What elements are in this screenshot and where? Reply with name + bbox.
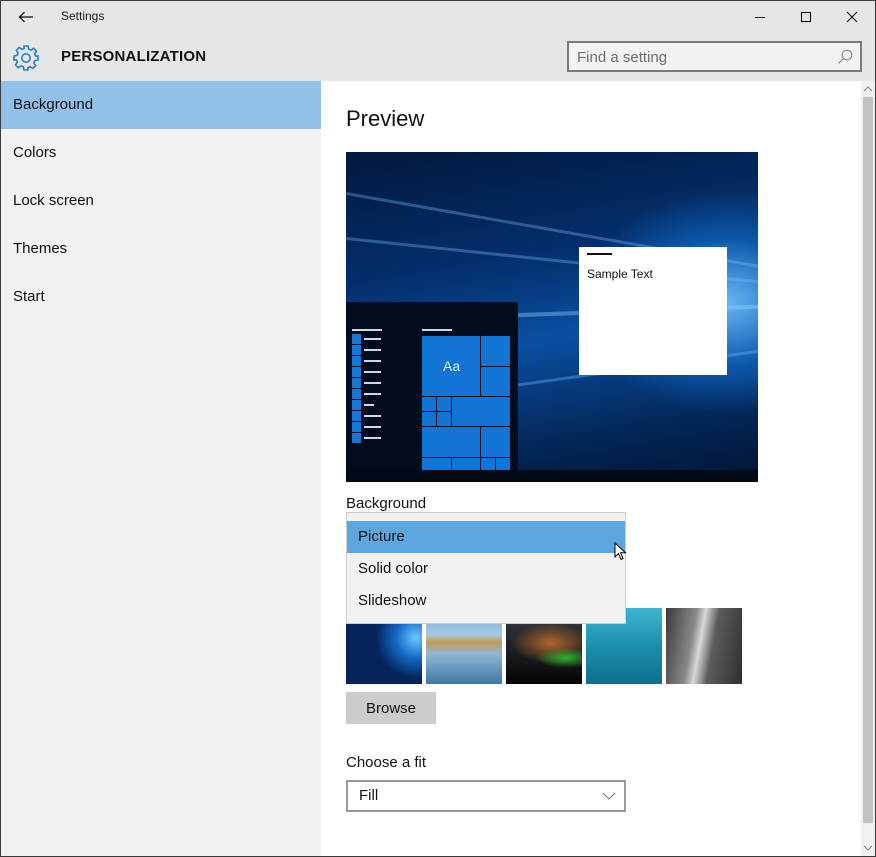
settings-window: Settings PERSONALIZATION Back — [0, 0, 876, 857]
preview-tile — [437, 397, 451, 411]
background-dropdown-list[interactable]: Picture Solid color Slideshow — [346, 512, 627, 624]
search-input[interactable] — [577, 47, 827, 67]
back-button[interactable] — [9, 4, 43, 30]
menu-line — [364, 415, 381, 417]
menu-app-icon — [352, 400, 361, 410]
menu-line — [364, 437, 381, 439]
window-title: Settings — [61, 9, 105, 23]
menu-app-icon — [352, 378, 361, 388]
sidebar-item-background[interactable]: Background — [1, 81, 321, 129]
background-label: Background — [346, 495, 427, 512]
minimize-button[interactable] — [737, 1, 783, 33]
sidebar-item-label: Themes — [13, 240, 68, 257]
sidebar-item-label: Background — [13, 96, 94, 113]
preview-sample-window: Sample Text — [579, 247, 727, 375]
search-icon[interactable] — [836, 48, 854, 66]
menu-line — [422, 329, 452, 331]
maximize-button[interactable] — [783, 1, 829, 33]
preview-start-menu: Aa — [346, 302, 518, 470]
sidebar-item-colors[interactable]: Colors — [1, 129, 321, 177]
preview-tile — [422, 397, 436, 411]
preview-tile — [422, 458, 451, 470]
menu-app-icon — [352, 356, 361, 366]
dropdown-option-slideshow[interactable]: Slideshow — [347, 585, 625, 617]
option-label: Solid color — [358, 560, 429, 577]
close-button[interactable] — [829, 1, 875, 33]
sidebar-item-label: Start — [13, 288, 45, 305]
menu-line — [364, 404, 374, 406]
preview-tile — [481, 458, 495, 470]
desktop-preview: Aa Sample Text — [346, 152, 758, 482]
preview-tile — [481, 367, 510, 396]
sidebar-item-lock-screen[interactable]: Lock screen — [1, 177, 321, 225]
preview-tile — [481, 427, 510, 457]
preview-tile — [452, 397, 510, 426]
menu-app-icon — [352, 433, 361, 443]
maximize-icon — [800, 11, 812, 23]
menu-app-icon — [352, 422, 361, 432]
minimize-icon — [755, 17, 765, 18]
browse-button[interactable]: Browse — [346, 692, 436, 724]
sample-text: Sample Text — [587, 267, 653, 281]
menu-line — [364, 360, 381, 362]
menu-line — [364, 371, 381, 373]
back-arrow-icon — [18, 11, 33, 23]
search-box[interactable] — [567, 41, 862, 72]
title-bar: Settings — [1, 1, 875, 33]
fit-label: Choose a fit — [346, 754, 427, 771]
dropdown-option-solid-color[interactable]: Solid color — [347, 553, 625, 585]
sidebar-nav: Background Colors Lock screen Themes Sta… — [1, 81, 321, 856]
close-icon — [846, 11, 858, 23]
sidebar-item-label: Lock screen — [13, 192, 94, 209]
content-pane: Preview Aa Sample Text Background Pictur… — [321, 81, 861, 856]
menu-line — [364, 426, 381, 428]
tile-text: Aa — [443, 358, 461, 374]
menu-line — [364, 393, 381, 395]
preview-tile — [481, 336, 510, 366]
preview-tile — [422, 427, 480, 457]
option-label: Picture — [358, 528, 405, 545]
fit-value: Fill — [359, 787, 379, 804]
preview-tile — [437, 412, 451, 426]
sidebar-item-start[interactable]: Start — [1, 273, 321, 321]
menu-app-icon — [352, 367, 361, 377]
sidebar-item-label: Colors — [13, 144, 57, 161]
scrollbar-thumb[interactable] — [863, 97, 873, 823]
picture-thumbnail[interactable] — [666, 608, 742, 684]
menu-app-icon — [352, 411, 361, 421]
sample-title-bar — [587, 253, 612, 255]
settings-header: PERSONALIZATION — [1, 33, 875, 81]
gear-icon — [13, 45, 39, 71]
scroll-up-button[interactable] — [861, 81, 875, 97]
menu-line — [364, 349, 381, 351]
menu-app-icon — [352, 389, 361, 399]
preview-taskbar — [346, 470, 758, 482]
preview-tile — [422, 412, 436, 426]
chevron-up-icon — [863, 86, 873, 92]
preview-tile — [452, 458, 480, 470]
vertical-scrollbar[interactable] — [861, 81, 875, 856]
page-title: PERSONALIZATION — [61, 48, 207, 65]
menu-app-icon — [352, 345, 361, 355]
sidebar-item-themes[interactable]: Themes — [1, 225, 321, 273]
scroll-down-button[interactable] — [861, 840, 875, 856]
chevron-down-icon — [863, 845, 873, 851]
fit-dropdown[interactable]: Fill — [346, 780, 626, 812]
preview-heading: Preview — [346, 106, 425, 131]
preview-tile-large: Aa — [422, 336, 480, 396]
option-label: Slideshow — [358, 592, 427, 609]
dropdown-option-picture[interactable]: Picture — [347, 521, 627, 561]
chevron-down-icon — [602, 792, 616, 800]
menu-line — [352, 329, 382, 331]
menu-line — [364, 382, 381, 384]
menu-app-icon — [352, 334, 361, 344]
menu-line — [364, 338, 381, 340]
preview-tile — [496, 458, 510, 470]
